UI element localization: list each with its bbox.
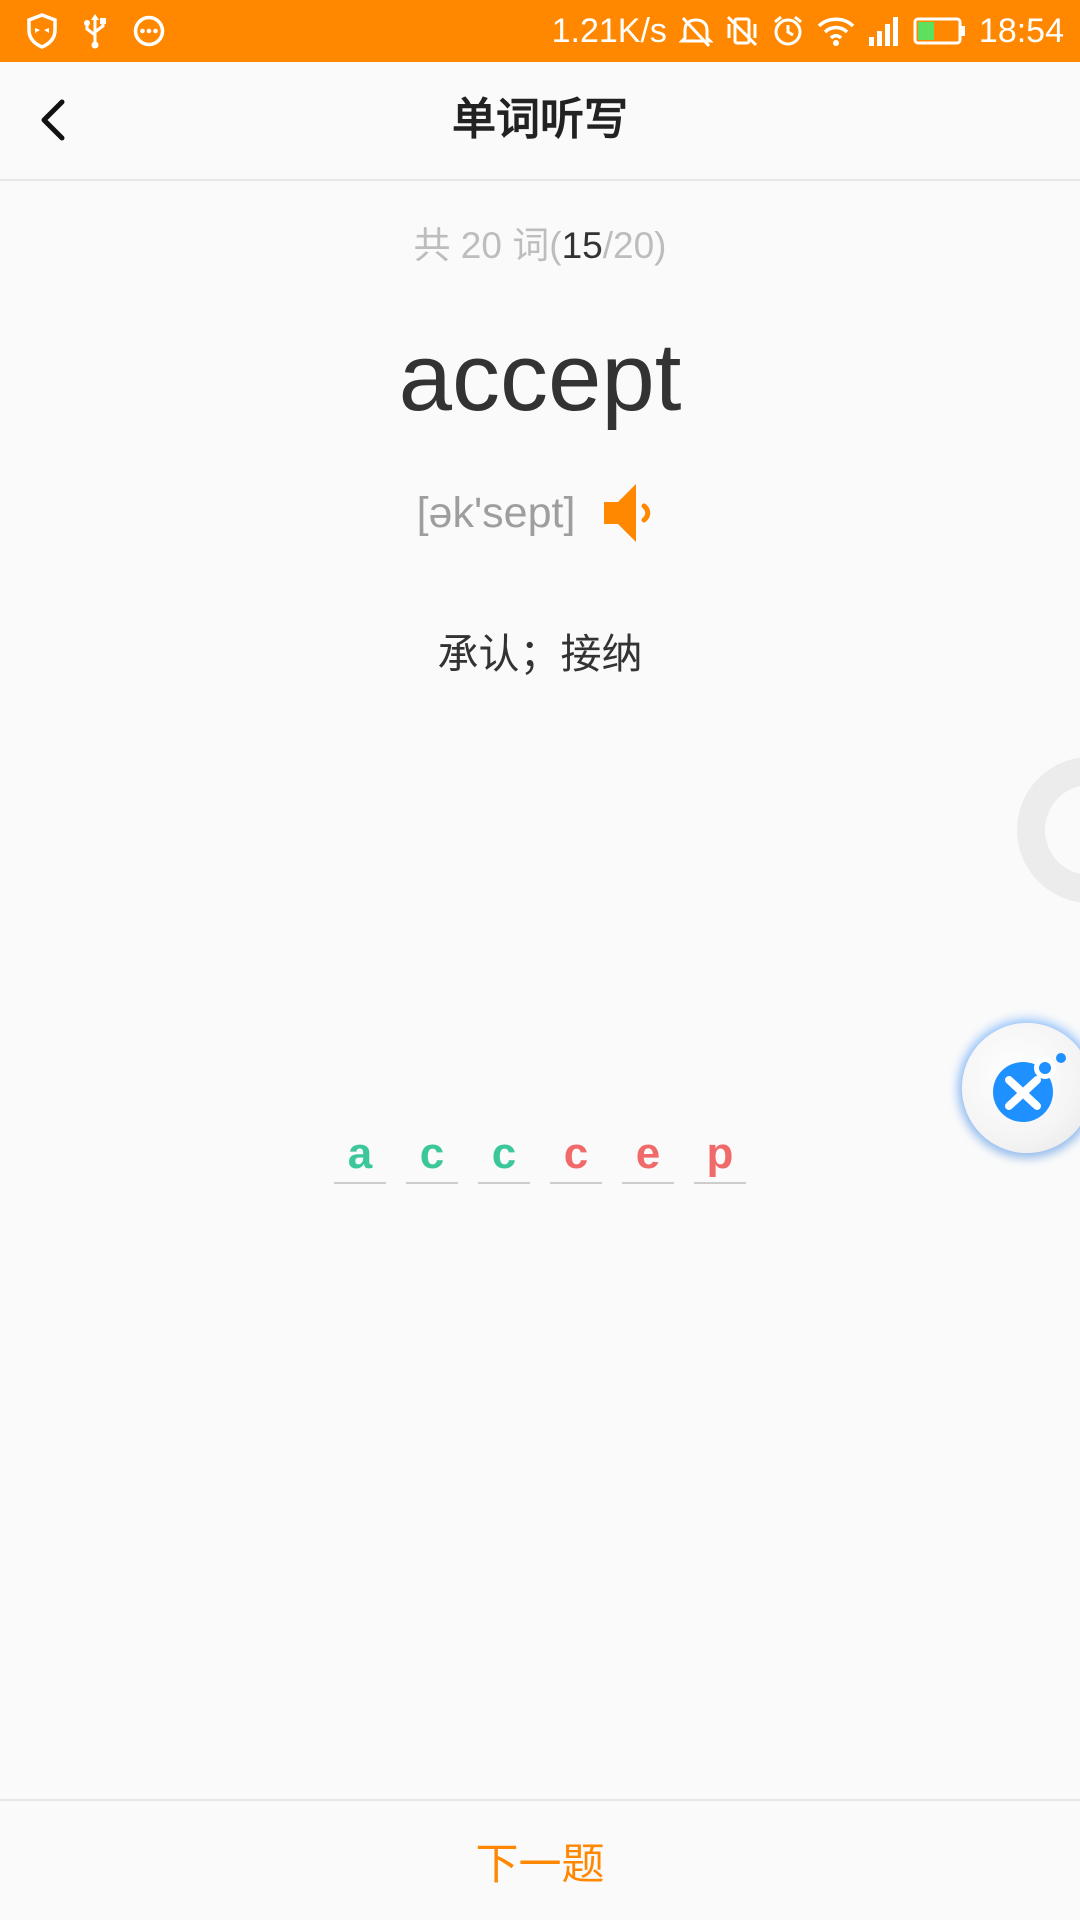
- screen: 1.21K/s 18:54 单词听写 共 20 词(15/20) accept …: [0, 0, 1080, 1920]
- status-left-icons: [26, 12, 166, 50]
- play-audio-button[interactable]: [597, 478, 663, 548]
- dictation-word: accept: [398, 324, 682, 431]
- usb-icon: [84, 14, 106, 49]
- answer-letter-slot: c: [406, 1126, 458, 1184]
- word-progress: 共 20 词(15/20): [0, 222, 1080, 270]
- answer-letter-slot: c: [478, 1126, 530, 1184]
- phonetic-row: [ək'sept]: [0, 478, 1080, 548]
- phonetic-text: [ək'sept]: [416, 489, 576, 537]
- network-speed: 1.21K/s: [551, 11, 667, 50]
- mute-icon: [678, 16, 713, 48]
- page-title: 单词听写: [452, 94, 628, 145]
- answer-letter-slot: p: [694, 1126, 746, 1184]
- status-right-icons: 1.21K/s 18:54: [552, 0, 1064, 62]
- answer-letter-slots: acccep: [0, 1126, 1080, 1184]
- answer-letter-slot: a: [334, 1126, 386, 1184]
- vibrate-off-icon: [726, 15, 757, 47]
- answer-letter-slot: c: [550, 1126, 602, 1184]
- alarm-icon: [773, 15, 802, 46]
- answer-letter-slot: e: [622, 1126, 674, 1184]
- floating-assistant-button[interactable]: [962, 1023, 1080, 1153]
- progress-prefix: 共 20 词(: [413, 225, 562, 266]
- app-bar: 单词听写: [0, 62, 1080, 181]
- next-question-button[interactable]: 下一题: [0, 1801, 1080, 1920]
- speaker-icon: [604, 484, 651, 542]
- word-meaning: 承认；接纳: [437, 630, 643, 678]
- signal-icon: [868, 17, 898, 46]
- assistant-icon: [993, 1053, 1066, 1122]
- battery-icon: [913, 17, 965, 45]
- chat-bubble-icon: [133, 15, 165, 47]
- floating-ring: [1017, 757, 1080, 903]
- clock: 18:54: [978, 11, 1064, 50]
- progress-current: 15: [561, 225, 603, 266]
- wifi-icon: [817, 17, 855, 46]
- progress-suffix: /20): [602, 225, 667, 266]
- shield-icon: [27, 13, 57, 49]
- status-bar: 1.21K/s 18:54: [0, 0, 1080, 62]
- bottom-bar: 下一题: [0, 1799, 1080, 1920]
